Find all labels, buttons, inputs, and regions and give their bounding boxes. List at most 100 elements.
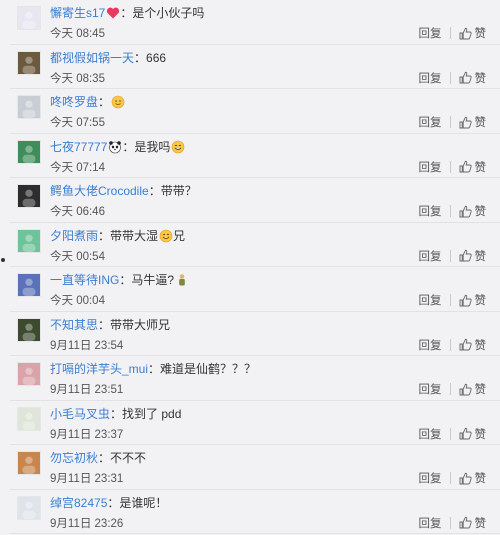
panda-icon [108,140,122,154]
avatar[interactable] [17,451,41,475]
comment-list: 懈寄生s17 ：是个小伙子吗 今天 08:45 回复赞都视假如锅一天：666 今天 08… [10,0,500,534]
comment-username[interactable]: 小毛马叉虫 [50,407,110,421]
reply-button[interactable]: 回复 [419,248,442,264]
avatar[interactable] [17,6,41,30]
comment-separator: ： [120,6,133,20]
like-button[interactable]: 赞 [459,381,486,397]
like-button[interactable]: 赞 [459,25,487,41]
reply-button[interactable]: 回复 [419,70,442,86]
comment-timestamp: 今天 00:54 [50,250,105,263]
comment-item: 七夜77777 ：是我吗 今天 07:14 回复 赞 [10,134,500,178]
thumbs-up-icon [459,516,472,529]
comment-timestamp: 9月11日 23:37 [50,428,124,441]
like-button[interactable]: 赞 [459,159,486,175]
thumbs-up-icon [459,427,472,440]
comment-text: 是个小伙子吗 [132,6,205,20]
like-label: 赞 [474,295,487,307]
like-button[interactable]: 赞 [459,426,487,442]
reply-button[interactable]: 回复 [419,337,442,353]
avatar[interactable] [17,317,41,342]
comment-username[interactable]: 都视假如锅一天 [50,51,134,65]
comment-username[interactable]: 不知其思 [50,318,98,332]
comment-actions: 回复 赞 [419,337,486,353]
avatar[interactable] [17,406,41,431]
comment-text: 带带？ [160,184,197,198]
like-label: 赞 [474,72,487,85]
like-button[interactable]: 赞 [459,248,487,264]
comment-line: 一直等待ING：马牛逼? [50,273,189,287]
thumbs-up-icon [459,116,472,129]
thumbs-up-icon [459,71,472,84]
avatar[interactable] [17,495,41,520]
like-label: 赞 [474,250,487,263]
avatar[interactable] [17,139,41,164]
comment-text: 666 [146,50,167,65]
like-button[interactable]: 赞 [459,292,487,308]
comment-line: 懈寄生s17 ：是个小伙子吗 [50,6,204,20]
like-button[interactable]: 赞 [459,70,487,86]
avatar[interactable] [17,50,41,75]
action-divider [449,338,451,351]
comment-username[interactable]: 鳄鱼大佬Crocodile [50,184,149,198]
action-divider [449,116,451,128]
comment-username[interactable]: 勿忘初秋 [50,451,98,465]
comment-separator: ： [98,228,111,243]
smile-icon [159,229,173,243]
avatar[interactable] [17,95,41,119]
avatar[interactable] [17,273,41,297]
avatar[interactable] [17,184,41,208]
comment-username[interactable]: 绰宫82475 [50,496,107,510]
comment-item: 不知其思：带带大师兄 9月11日 23:54 回复 赞 [10,312,500,356]
reply-button[interactable]: 回复 [419,114,442,130]
action-divider [449,427,451,440]
comment-item: 小毛马叉虫：找到了 pdd 9月11日 23:37 回复 赞 [10,401,500,445]
comment-text: 不不不 [110,451,147,465]
comment-line: 咚咚罗盘： [50,95,125,109]
comment-text: 找到了 pdd [122,406,182,421]
thumbs-up-icon [459,249,472,262]
like-label: 赞 [474,28,487,40]
reply-button[interactable]: 回复 [419,426,442,442]
avatar[interactable] [17,362,41,386]
comment-username[interactable]: 一直等待ING [50,273,119,287]
comment-separator: ： [107,495,120,510]
comment-username[interactable]: 打嗝的洋芋头_mui [50,362,148,376]
comment-item: 打嗝的洋芋头_mui：难道是仙鹤？？？ 9月11日 23:51 回复 赞 [10,356,500,401]
edge-dot [1,258,5,262]
comment-text-continued: 兄 [173,228,186,243]
like-button[interactable]: 赞 [459,114,486,130]
reply-button[interactable]: 回复 [419,203,442,219]
like-button[interactable]: 赞 [459,470,486,486]
comment-separator: ： [98,317,111,332]
comment-line: 鳄鱼大佬Crocodile：带带？ [50,184,197,198]
comment-separator: ： [122,139,135,154]
comment-username[interactable]: 夕阳煮雨 [50,229,98,243]
like-label: 赞 [474,428,487,441]
comment-actions: 回复 赞 [419,114,486,130]
comment-text: 难道是仙鹤？？？ [160,362,257,376]
like-button[interactable]: 赞 [459,337,486,353]
like-button[interactable]: 赞 [459,203,487,219]
like-label: 赞 [474,206,487,218]
comment-item: 咚咚罗盘： 今天 07:55 回复 赞 [10,89,500,134]
reply-button[interactable]: 回复 [419,25,442,41]
reply-button[interactable]: 回复 [419,159,442,175]
comment-item: 都视假如锅一天：666 今天 08:35 回复 赞 [10,45,500,89]
comment-item: 夕阳煮雨：带带大湿兄今天 00:54 回复 赞 [10,223,500,267]
comment-item: 绰宫82475：是谁呢！ 9月11日 23:26 回复 赞 [10,490,500,534]
reply-button[interactable]: 回复 [419,470,442,486]
reply-button[interactable]: 回复 [419,515,442,531]
comment-actions: 回复 赞 [419,426,487,442]
reply-button[interactable]: 回复 [419,292,442,308]
comment-username[interactable]: 懈寄生s17 [50,6,105,20]
comment-timestamp: 9月11日 23:51 [50,384,124,396]
comment-line: 夕阳煮雨：带带大湿兄 [50,229,185,243]
comment-username[interactable]: 咚咚罗盘 [50,95,98,109]
comment-timestamp: 今天 00:04 [50,295,105,307]
comment-separator: ： [98,95,111,109]
like-button[interactable]: 赞 [459,515,486,531]
reply-button[interactable]: 回复 [419,381,442,397]
avatar[interactable] [17,228,41,253]
comment-username[interactable]: 七夜77777 [50,140,107,154]
action-divider [449,294,451,306]
